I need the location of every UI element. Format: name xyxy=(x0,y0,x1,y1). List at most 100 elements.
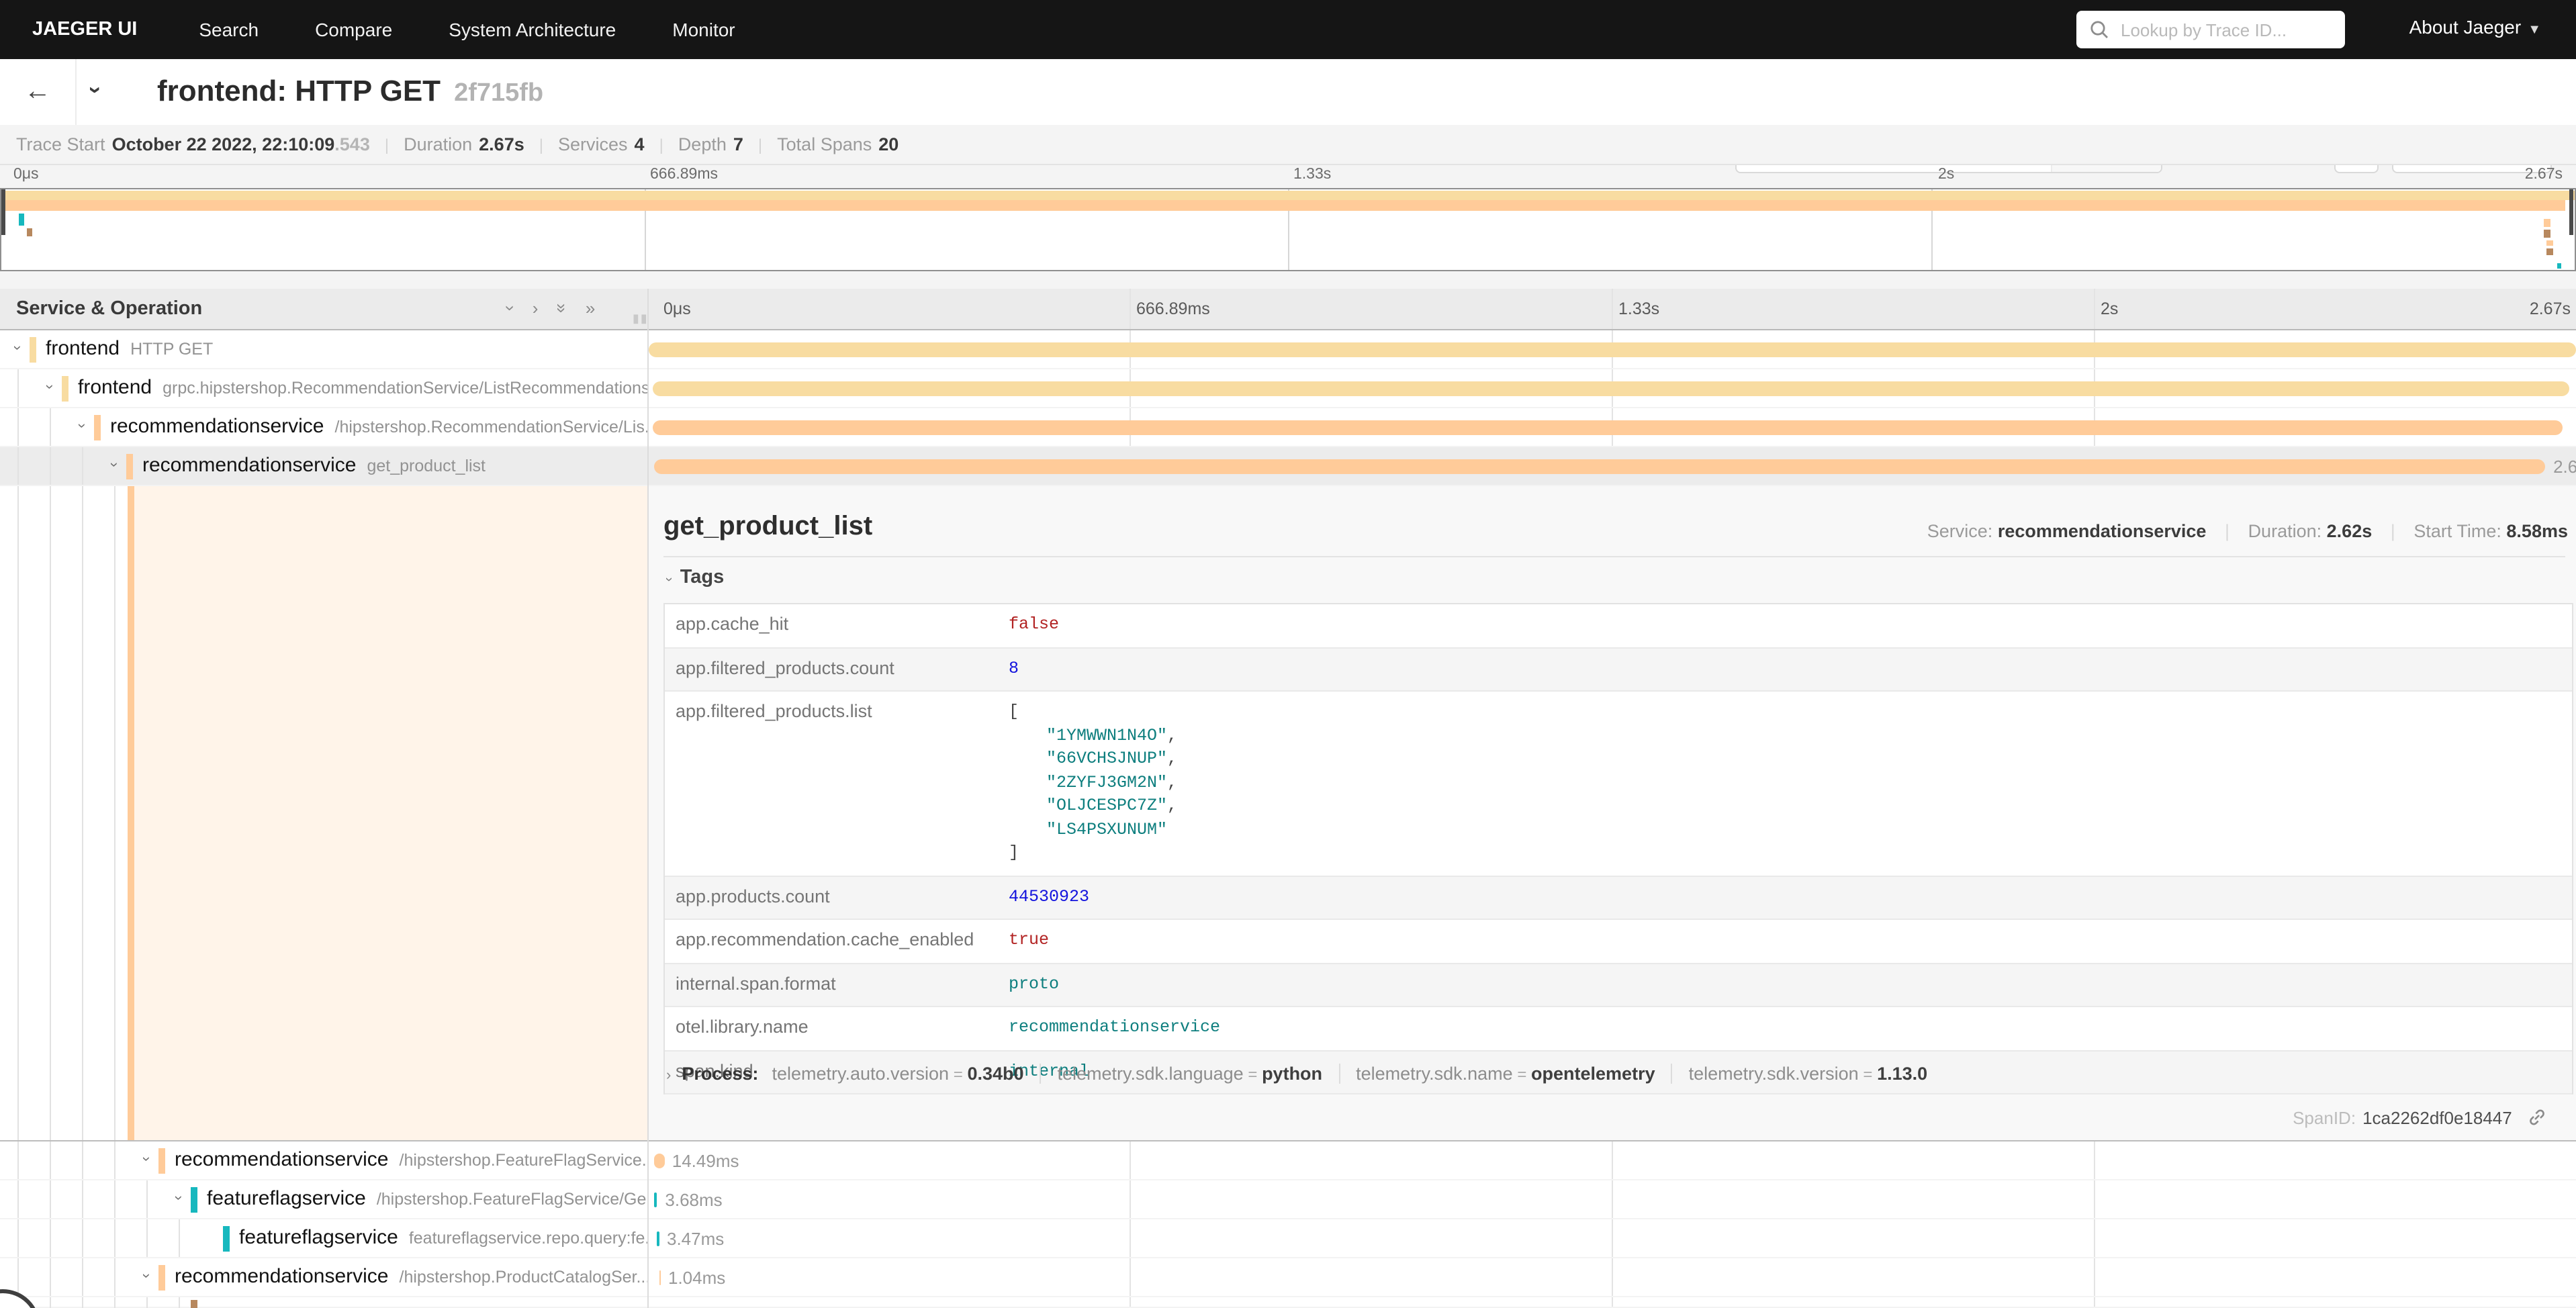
chevron-down-icon[interactable]: › xyxy=(7,340,28,356)
service-name: recommendationservice/hipstershop.Recomm… xyxy=(110,415,647,438)
span-name-column[interactable]: › recommendationserviceget_product_list xyxy=(0,447,647,485)
span-id-label: SpanID: xyxy=(2293,1108,2356,1128)
span-row-partial[interactable] xyxy=(0,1297,2576,1308)
service-color-bar xyxy=(94,415,100,440)
service-name: recommendationservice/hipstershop.Produc… xyxy=(175,1265,647,1288)
indent-guide xyxy=(82,1219,83,1257)
timeline-gridline xyxy=(1130,289,1131,329)
expand-one-chevron-right-icon[interactable]: › xyxy=(533,298,539,318)
span-timeline[interactable] xyxy=(647,408,2576,446)
indent-guide xyxy=(50,1219,51,1257)
collapse-all-double-chevron-down-icon[interactable]: » xyxy=(557,298,566,318)
span-detail-indent xyxy=(0,486,647,1140)
operation-name: /hipstershop.FeatureFlagService... xyxy=(400,1151,648,1170)
service-name: recommendationserviceget_product_list xyxy=(142,454,486,477)
trace-id-search-box[interactable] xyxy=(2076,11,2345,48)
minimap-tick: 666.89ms xyxy=(650,167,718,183)
span-timeline[interactable]: 3.47ms xyxy=(647,1219,2576,1257)
nav-item-system-architecture[interactable]: System Architecture xyxy=(449,19,616,40)
span-timeline[interactable]: 1.04ms xyxy=(647,1258,2576,1296)
indent-guide xyxy=(50,1180,51,1218)
column-divider[interactable] xyxy=(647,289,649,1308)
span-name-column[interactable]: › frontendHTTP GET xyxy=(0,330,647,368)
process-label: Process: xyxy=(682,1064,758,1084)
span-name-column[interactable] xyxy=(0,1297,647,1308)
span-row[interactable]: › featureflagservice/hipstershop.Feature… xyxy=(0,1180,2576,1219)
service-name: recommendationservice/hipstershop.Featur… xyxy=(175,1148,647,1171)
chevron-down-icon[interactable]: › xyxy=(39,379,60,395)
minimap-left-scrubber[interactable] xyxy=(1,189,5,235)
tag-row[interactable]: app.recommendation.cache_enabled true xyxy=(665,920,2572,964)
tag-key: app.filtered_products.count xyxy=(665,648,1009,690)
timeline-gridline xyxy=(2094,289,2095,329)
detail-meta: Service: recommendationservice | Duratio… xyxy=(1927,521,2568,541)
span-name-column[interactable]: › frontendgrpc.hipstershop.Recommendatio… xyxy=(0,369,647,407)
span-timeline[interactable]: 2.62s xyxy=(647,447,2576,485)
span-rows-top: › frontendHTTP GET › frontendgrpc.hipste… xyxy=(0,330,2576,486)
span-row[interactable]: › recommendationservice/hipstershop.Feat… xyxy=(0,1141,2576,1180)
span-bar[interactable] xyxy=(653,420,2563,435)
tag-row[interactable]: otel.library.name recommendationservice xyxy=(665,1007,2572,1051)
span-timeline[interactable] xyxy=(647,330,2576,368)
collapse-trace-chevron-down-icon[interactable]: › xyxy=(91,77,99,103)
duration-label: Duration xyxy=(404,134,472,154)
span-row[interactable]: › recommendationservice/hipstershop.Prod… xyxy=(0,1258,2576,1297)
span-timeline[interactable] xyxy=(647,369,2576,407)
span-row[interactable]: › frontendHTTP GET xyxy=(0,330,2576,369)
indent-guide xyxy=(17,1141,19,1179)
nav-item-search[interactable]: Search xyxy=(199,19,259,40)
minimap-right-scrubber[interactable] xyxy=(2569,189,2573,235)
span-row[interactable]: featureflagservicefeatureflagservice.rep… xyxy=(0,1219,2576,1258)
expand-all-double-chevron-right-icon[interactable]: » xyxy=(586,298,595,318)
trace-id-search-input[interactable] xyxy=(2118,18,2325,41)
nav-item-monitor[interactable]: Monitor xyxy=(672,19,735,40)
minimap-span-featureflag xyxy=(19,214,24,226)
service-color-bar xyxy=(158,1148,165,1174)
tag-row[interactable]: internal.span.format proto xyxy=(665,964,2572,1007)
chevron-down-icon[interactable]: › xyxy=(136,1151,157,1167)
span-bar[interactable] xyxy=(648,342,2576,357)
process-row[interactable]: ›Process:telemetry.auto.version = 0.34b0… xyxy=(666,1064,1943,1084)
back-button[interactable]: ← xyxy=(0,59,77,125)
span-timeline[interactable]: 14.49ms xyxy=(647,1141,2576,1179)
chevron-down-icon[interactable]: › xyxy=(103,457,125,473)
span-name-column[interactable]: › recommendationservice/hipstershop.Feat… xyxy=(0,1141,647,1179)
minimap-span-end-3 xyxy=(2546,240,2553,246)
span-bar[interactable] xyxy=(657,1231,659,1246)
operation-name: featureflagservice.repo.query:fe... xyxy=(409,1229,647,1248)
column-resize-handle[interactable]: ▮▮ xyxy=(633,312,649,326)
span-timeline[interactable]: 3.68ms xyxy=(647,1180,2576,1218)
span-name-column[interactable]: › recommendationservice/hipstershop.Prod… xyxy=(0,1258,647,1296)
collapse-one-chevron-down-icon[interactable]: › xyxy=(508,298,514,318)
chevron-down-icon[interactable]: › xyxy=(136,1268,157,1284)
trace-minimap[interactable] xyxy=(0,188,2576,271)
chevron-down-icon[interactable]: › xyxy=(71,418,93,434)
service-color-bar xyxy=(191,1300,197,1308)
span-row[interactable]: › frontendgrpc.hipstershop.Recommendatio… xyxy=(0,369,2576,408)
span-name-column[interactable]: featureflagservicefeatureflagservice.rep… xyxy=(0,1219,647,1257)
span-bar[interactable] xyxy=(653,381,2569,396)
tag-row[interactable]: app.cache_hit false xyxy=(665,604,2572,648)
tag-row[interactable]: app.filtered_products.list ["1YMWWN1N4O"… xyxy=(665,692,2572,876)
span-name-column[interactable]: › featureflagservice/hipstershop.Feature… xyxy=(0,1180,647,1218)
minimap-tick-labels: 0μs 666.89ms 1.33s 2s 2.67s xyxy=(0,167,2576,188)
tag-row[interactable]: app.products.count 44530923 xyxy=(665,876,2572,920)
span-bar[interactable] xyxy=(659,1270,661,1285)
link-icon[interactable] xyxy=(2528,1108,2546,1127)
indent-guide xyxy=(179,1297,180,1308)
span-bar[interactable] xyxy=(653,1154,664,1168)
nav-item-compare[interactable]: Compare xyxy=(315,19,392,40)
span-row[interactable]: › recommendationserviceget_product_list … xyxy=(0,447,2576,486)
tag-row[interactable]: app.filtered_products.count 8 xyxy=(665,648,2572,692)
span-bar[interactable] xyxy=(653,459,2545,474)
top-nav: JAEGER UI Search Compare System Architec… xyxy=(0,0,2576,59)
chevron-down-icon[interactable]: › xyxy=(168,1190,189,1206)
app-logo[interactable]: JAEGER UI xyxy=(32,19,137,40)
span-row[interactable]: › recommendationservice/hipstershop.Reco… xyxy=(0,408,2576,447)
selected-span-color-bar xyxy=(128,486,134,1140)
span-name-column[interactable]: › recommendationservice/hipstershop.Reco… xyxy=(0,408,647,446)
about-jaeger-menu[interactable]: About Jaeger▼ xyxy=(2409,16,2541,38)
tags-section-toggle[interactable]: ›Tags xyxy=(666,567,724,588)
service-name: frontendHTTP GET xyxy=(46,337,213,360)
span-bar[interactable] xyxy=(655,1193,657,1207)
